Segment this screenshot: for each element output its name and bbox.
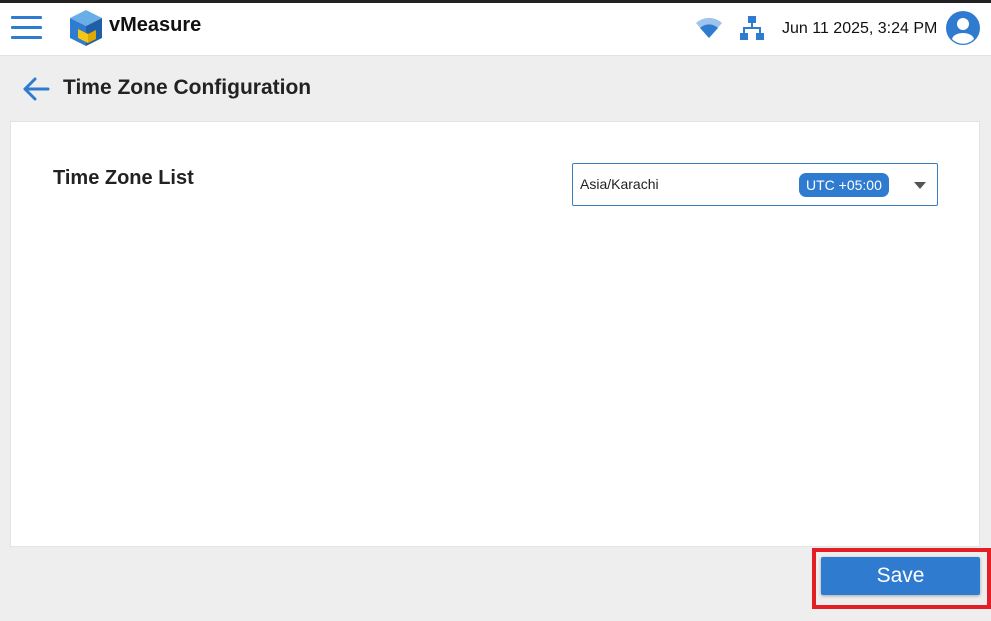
utc-offset-badge: UTC +05:00: [799, 173, 889, 197]
page-title: Time Zone Configuration: [63, 76, 312, 99]
user-avatar-icon[interactable]: [945, 10, 981, 46]
hamburger-menu-icon[interactable]: [11, 16, 42, 40]
timezone-select[interactable]: Asia/Karachi UTC +05:00: [572, 163, 938, 206]
arrow-left-icon[interactable]: [20, 73, 52, 105]
timezone-list-label: Time Zone List: [53, 167, 194, 189]
caret-down-icon: [914, 182, 926, 189]
wifi-icon: [696, 17, 722, 38]
vmeasure-logo-icon: [70, 10, 102, 46]
datetime-display: Jun 11 2025, 3:24 PM: [782, 20, 938, 37]
app-header: vMeasure Jun 11 2025, 3:24 PM: [0, 3, 991, 56]
network-icon: [740, 16, 764, 40]
save-button[interactable]: Save: [821, 557, 980, 595]
timezone-panel: Time Zone List Asia/Karachi UTC +05:00: [10, 121, 980, 547]
brand-name: vMeasure: [109, 14, 202, 36]
timezone-selected-value: Asia/Karachi: [580, 176, 659, 192]
page-titlebar: Time Zone Configuration: [0, 57, 991, 120]
